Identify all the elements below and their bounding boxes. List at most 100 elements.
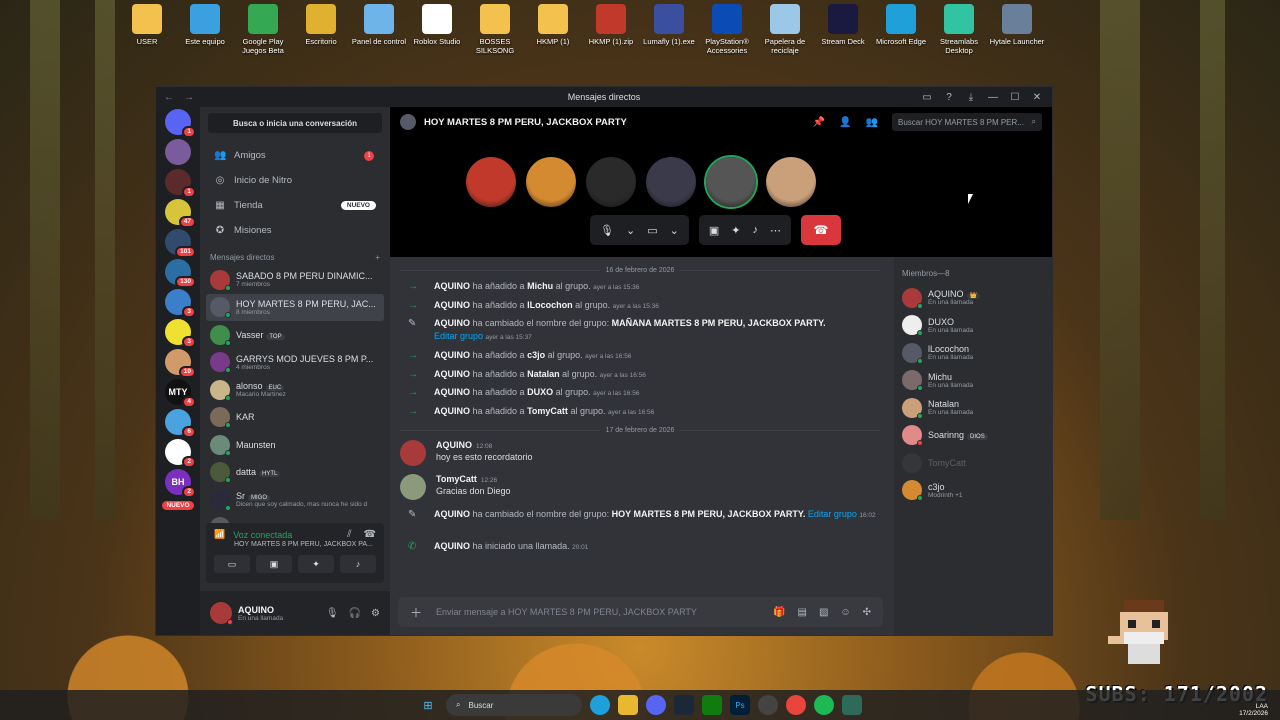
close-icon[interactable]: ✕	[1026, 92, 1048, 103]
apps-icon[interactable]: ✣	[863, 607, 871, 618]
camera-off-icon[interactable]: ▭	[647, 224, 657, 237]
server-6[interactable]: 3	[165, 289, 196, 318]
target-user[interactable]: DUXO	[527, 387, 553, 397]
message-author[interactable]: AQUINO 12:08	[436, 440, 533, 450]
microphone-icon[interactable]: 🎙	[326, 608, 339, 619]
call-participant-avatar[interactable]	[766, 157, 816, 207]
minimize-icon[interactable]: —	[982, 92, 1004, 103]
actor[interactable]: AQUINO	[434, 300, 470, 310]
member-item[interactable]: Natalan En una llamada	[902, 394, 1044, 422]
nav-amigos[interactable]: 👥 Amigos 1	[206, 143, 384, 168]
hang-up-button[interactable]: ☎	[800, 215, 841, 245]
member-item[interactable]: TomyCatt	[902, 449, 1044, 477]
edit-group-link[interactable]: Editar grupo	[808, 509, 857, 519]
actor[interactable]: AQUINO	[434, 350, 470, 360]
soundboard-icon[interactable]: ♪	[752, 224, 758, 236]
call-participant-avatar[interactable]	[586, 157, 636, 207]
headphones-icon[interactable]: 🎧	[349, 608, 361, 619]
file-explorer-icon[interactable]	[618, 695, 638, 715]
desktop-icon[interactable]: BOSSES SILKSONG	[466, 4, 524, 55]
message-author[interactable]: TomyCatt 12:26	[436, 474, 511, 484]
dm-item[interactable]: SABADO 8 PM PERU DINAMIC... 7 miembros	[206, 266, 384, 294]
chrome-icon[interactable]	[786, 695, 806, 715]
avatar[interactable]	[210, 602, 233, 625]
desktop-icon[interactable]: HKMP (1)	[524, 4, 582, 55]
desktop-icon[interactable]: Hytale Launcher	[988, 4, 1046, 55]
camera-off-button[interactable]: ▭	[214, 555, 250, 573]
member-item[interactable]: lLocochon En una llamada	[902, 339, 1044, 367]
server-5[interactable]: 130	[165, 259, 196, 288]
server-10[interactable]: 6	[165, 409, 196, 438]
target-user[interactable]: TomyCatt	[527, 406, 568, 416]
desktop-icon[interactable]: Escritorio	[292, 4, 350, 55]
dm-item[interactable]: HOY MARTES 8 PM PERU, JAC... 8 miembros	[206, 293, 384, 321]
server-9[interactable]: MTY 4	[165, 379, 196, 408]
dm-item[interactable]: datta HYTL	[206, 459, 384, 487]
member-item[interactable]: Soarinng DIOS	[902, 422, 1044, 450]
desktop-icon[interactable]: Este equipo	[176, 4, 234, 55]
screen-share-icon[interactable]: ▣	[709, 224, 719, 237]
terminal-icon[interactable]	[842, 695, 862, 715]
download-icon[interactable]: ⤓	[960, 92, 982, 103]
avatar[interactable]	[400, 474, 426, 500]
add-member-icon[interactable]: 👤	[839, 117, 851, 128]
actor[interactable]: AQUINO	[434, 369, 470, 379]
desktop-icon[interactable]: Microsoft Edge	[872, 4, 930, 55]
actor[interactable]: AQUINO	[434, 541, 470, 551]
nav-inicio-de-nitro[interactable]: ◎ Inicio de Nitro	[206, 168, 384, 193]
server-11[interactable]: 2	[165, 439, 196, 468]
dm-search-button[interactable]: Busca o inicia una conversación	[208, 113, 382, 133]
more-icon[interactable]: ⋯	[770, 224, 781, 237]
dm-item[interactable]: alonso EUC Macario Martinez	[206, 376, 384, 404]
desktop-icon[interactable]: Papelera de reciclaje	[756, 4, 814, 55]
desktop-icon[interactable]: Lumafly (1).exe	[640, 4, 698, 55]
desktop-icon[interactable]: USER	[118, 4, 176, 55]
actor[interactable]: AQUINO	[434, 281, 470, 291]
target-user[interactable]: c3jo	[527, 350, 545, 360]
avatar[interactable]	[400, 440, 426, 466]
chevron-down-icon[interactable]: ⌄	[626, 224, 635, 237]
gift-icon[interactable]: 🎁	[773, 607, 785, 618]
obs-icon[interactable]	[758, 695, 778, 715]
desktop-icon[interactable]: PlayStation® Accessories	[698, 4, 756, 55]
server-3[interactable]: 47	[165, 199, 196, 228]
gear-icon[interactable]: ⚙	[371, 608, 380, 619]
desktop-icon[interactable]: Panel de control	[350, 4, 408, 55]
plus-icon[interactable]: ＋	[410, 604, 422, 621]
desktop-icon[interactable]: Roblox Studio	[408, 4, 466, 55]
sticker-icon[interactable]: ▧	[819, 607, 828, 618]
dm-item[interactable]: KAR	[206, 404, 384, 432]
members-list-icon[interactable]: 👥	[866, 117, 878, 128]
member-item[interactable]: AQUINO 👑 En una llamada	[902, 284, 1044, 312]
maximize-icon[interactable]: ☐	[1004, 92, 1026, 103]
screen-share-button[interactable]: ▣	[256, 555, 292, 573]
target-user[interactable]: lLocochon	[527, 300, 573, 310]
add-dm-icon[interactable]: +	[375, 253, 380, 262]
actor[interactable]: AQUINO	[434, 406, 470, 416]
discord-home[interactable]: 1	[165, 109, 196, 138]
message-composer[interactable]: ＋ Enviar mensaje a HOY MARTES 8 PM PERU,…	[398, 597, 883, 627]
spotify-icon[interactable]	[814, 695, 834, 715]
message-input[interactable]: Enviar mensaje a HOY MARTES 8 PM PERU, J…	[436, 607, 697, 617]
emoji-icon[interactable]: ☺	[840, 607, 850, 618]
dm-item[interactable]: Vasser TOP	[206, 321, 384, 349]
xbox-icon[interactable]	[702, 695, 722, 715]
activities-icon[interactable]: ✦	[731, 224, 740, 237]
dm-item[interactable]: Maunsten	[206, 431, 384, 459]
actor[interactable]: AQUINO	[434, 509, 470, 519]
call-participant-avatar[interactable]	[526, 157, 576, 207]
member-item[interactable]: Michu En una llamada	[902, 367, 1044, 395]
noise-suppression-icon[interactable]: ⫽	[347, 529, 351, 540]
server-1[interactable]	[165, 139, 191, 165]
help-icon[interactable]: ?	[938, 92, 960, 103]
desktop-icon[interactable]: Stream Deck	[814, 4, 872, 55]
server-12[interactable]: BH 2	[165, 469, 196, 498]
desktop-icon[interactable]: HKMP (1).zip	[582, 4, 640, 55]
member-item[interactable]: DUXO En una llamada	[902, 312, 1044, 340]
soundboard-button[interactable]: ♪	[340, 555, 376, 573]
server-8[interactable]: 10	[165, 349, 196, 378]
call-participant-avatar[interactable]	[646, 157, 696, 207]
voice-status[interactable]: Voz conectada	[233, 530, 292, 540]
dm-item[interactable]: Sr MIGO Dicen que soy calmado, mas nunca h…	[206, 486, 384, 514]
nav-misiones[interactable]: ✪ Misiones	[206, 218, 384, 243]
